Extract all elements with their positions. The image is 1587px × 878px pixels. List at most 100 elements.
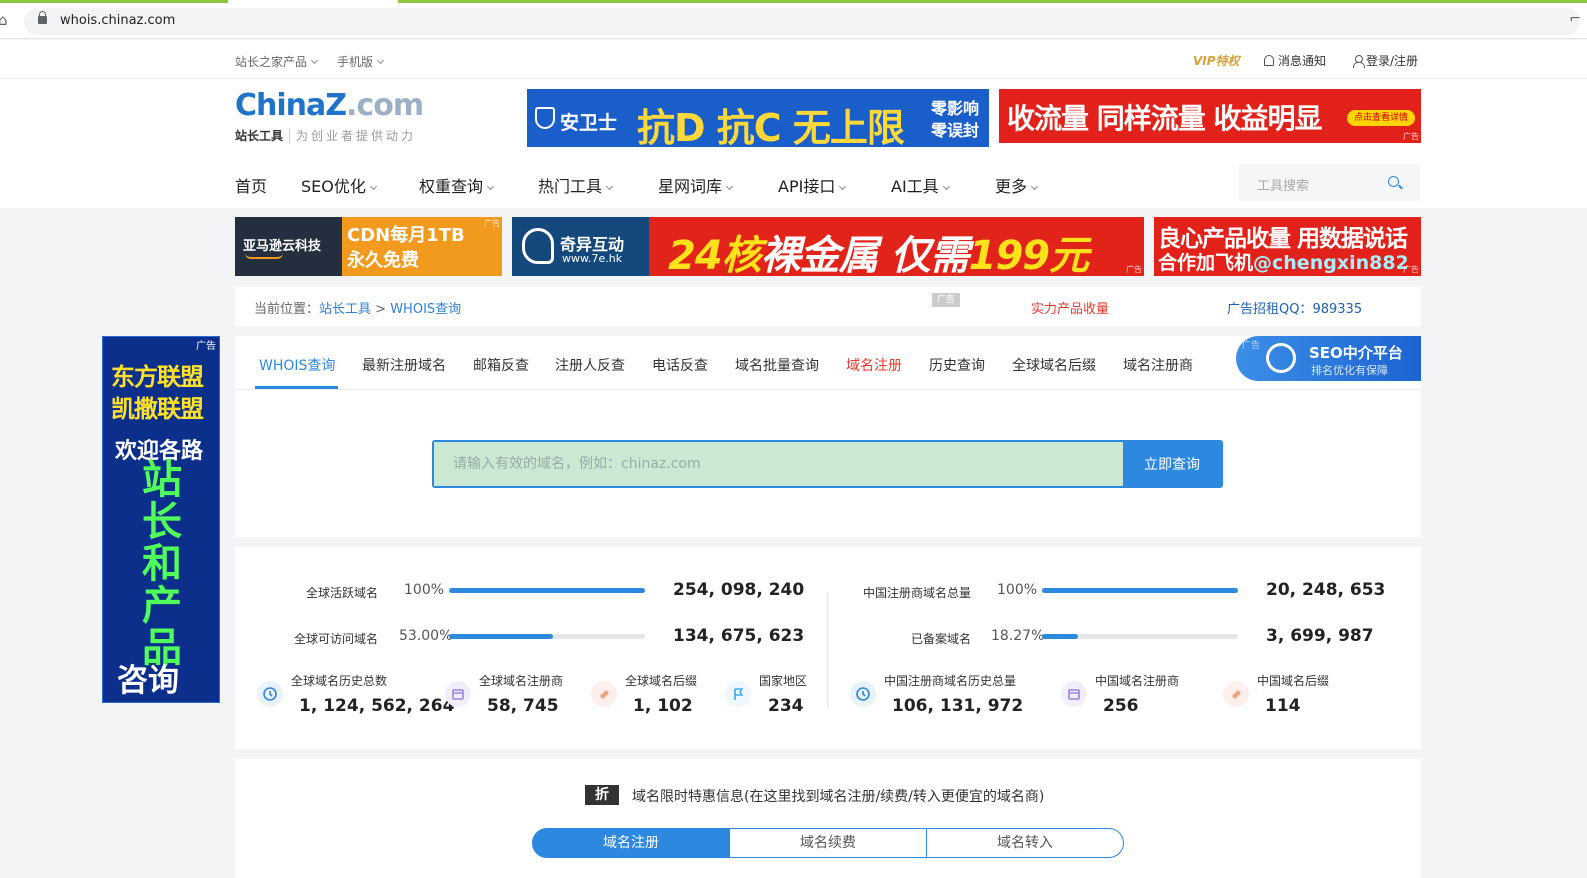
- tool-search-placeholder[interactable]: 工具搜索: [1257, 175, 1309, 194]
- vad-line2: 凯撒联盟: [111, 395, 204, 423]
- ad1-sub2: 零误封: [930, 121, 979, 140]
- products-menu[interactable]: 站长之家产品: [235, 53, 319, 70]
- breadcrumb-current-link[interactable]: WHOIS查询: [390, 302, 461, 317]
- logo-slogan: 为创业者提供动力: [289, 129, 417, 143]
- tab-new-domains[interactable]: 最新注册域名: [362, 355, 446, 375]
- mini-stat-number: 1, 102: [633, 696, 693, 716]
- stat-progress-fill: [449, 588, 645, 593]
- seo-platform-ad[interactable]: 广告 SEO中介平台 排名优化有保障: [1236, 336, 1421, 381]
- mini-stat-label: 国家地区: [759, 674, 808, 688]
- banner-ad-aws[interactable]: 亚马逊云科技 CDN每月1TB 永久免费 广告: [235, 217, 502, 276]
- mini-stat-label: 全球域名历史总数: [291, 674, 388, 688]
- tab-whois[interactable]: WHOIS查询: [259, 355, 335, 375]
- stat-progress-fill: [1042, 634, 1078, 639]
- b2-logo-block: 奇异互动 www.7e.hk: [512, 217, 649, 276]
- flag-icon: [725, 681, 751, 707]
- tab-batch-query[interactable]: 域名批量查询: [735, 355, 819, 375]
- tab-phone-reverse[interactable]: 电话反查: [652, 355, 708, 375]
- chevron-down-icon: [1030, 182, 1039, 191]
- tag-icon: [591, 681, 617, 707]
- mini-stat-number: 234: [768, 696, 804, 716]
- nav-weight[interactable]: 权重查询: [419, 173, 495, 197]
- chevron-down-icon: [725, 182, 734, 191]
- ad1-sub: 零影响 零误封: [931, 98, 979, 142]
- tab-edge-icon: ⌐: [1569, 11, 1581, 27]
- stat-number: 254, 098, 240: [673, 580, 805, 600]
- b2-h3: 仅需: [877, 233, 970, 279]
- breadcrumb: 当前位置：站长工具 > WHOIS查询 广告 实力产品收量 广告招租QQ：989…: [235, 287, 1421, 326]
- nav-keywords[interactable]: 星网词库: [658, 173, 734, 197]
- mini-stat-number: 58, 745: [487, 696, 559, 716]
- banner-ad-server[interactable]: 奇异互动 www.7e.hk 24核裸金属 仅需199元 广告: [512, 217, 1144, 279]
- search-icon[interactable]: [1388, 176, 1399, 187]
- left-vertical-ad[interactable]: 广告 东方联盟 凯撒联盟 欢迎各路 站长和产品 咨询: [102, 336, 220, 703]
- chinaz-logo[interactable]: ChinaZ.com: [235, 88, 424, 123]
- tab-global-suffix[interactable]: 全球域名后缀: [1012, 355, 1096, 375]
- breadcrumb-label: 当前位置：: [254, 302, 320, 317]
- vad-line1: 东方联盟: [111, 363, 204, 391]
- seo-ad-tag: 广告: [1242, 341, 1261, 351]
- url-text[interactable]: whois.chinaz.com: [60, 13, 175, 28]
- ad-tag: 广告: [1403, 265, 1419, 274]
- tab-email-reverse[interactable]: 邮箱反查: [473, 355, 529, 375]
- breadcrumb-home-link[interactable]: 站长工具: [319, 302, 371, 317]
- domain-discount-card: 折 域名限时特惠信息(在这里找到域名注册/续费/转入更便宜的域名商) 域名注册 …: [235, 759, 1421, 878]
- tab-registrant-reverse[interactable]: 注册人反查: [555, 355, 625, 375]
- nav-more[interactable]: 更多: [995, 173, 1039, 197]
- ad1-brand: 安卫士: [560, 112, 618, 134]
- vip-link[interactable]: VIP特权: [1193, 52, 1240, 69]
- chevron-down-icon: [376, 56, 385, 65]
- segment-transfer[interactable]: 域名转入: [926, 828, 1124, 858]
- stat-percent: 18.27%: [991, 628, 1045, 644]
- nav-ai[interactable]: AI工具: [891, 173, 950, 197]
- chevron-down-icon: [605, 182, 614, 191]
- tab-domain-register[interactable]: 域名注册: [846, 355, 902, 375]
- b2-h4: 199元: [968, 233, 1089, 279]
- tool-search-box[interactable]: 工具搜索: [1239, 164, 1420, 201]
- notification-link[interactable]: 消息通知: [1264, 52, 1326, 69]
- nav-api-label: API接口: [778, 177, 836, 196]
- domain-input[interactable]: [434, 442, 1123, 486]
- chevron-down-icon: [486, 182, 495, 191]
- breadcrumb-ad-link-blue[interactable]: 广告招租QQ：989335: [1227, 298, 1362, 317]
- tab-registrar[interactable]: 域名注册商: [1123, 355, 1193, 375]
- url-field[interactable]: [24, 8, 1580, 35]
- b1-brand: 亚马逊云科技: [243, 239, 322, 254]
- b3-line2b: @chengxin882: [1253, 252, 1409, 274]
- stat-progress-bar: [1042, 588, 1238, 593]
- stat-progress-fill: [449, 634, 553, 639]
- stat-number: 134, 675, 623: [673, 626, 805, 646]
- nav-seo[interactable]: SEO优化: [301, 173, 377, 197]
- login-label: 登录/注册: [1366, 54, 1419, 68]
- stat-percent: 100%: [404, 582, 445, 598]
- segment-register[interactable]: 域名注册: [532, 828, 730, 858]
- store-icon: [1061, 681, 1087, 707]
- segment-renew[interactable]: 域名续费: [729, 828, 927, 858]
- b3-line2: 合作加飞机@chengxin882: [1158, 248, 1409, 275]
- tag-icon: [1223, 681, 1249, 707]
- banner-ad-traffic2[interactable]: 良心产品收量 用数据说话 合作加飞机@chengxin882 广告: [1154, 217, 1421, 276]
- ad2-cta[interactable]: 点击查看详情: [1347, 110, 1415, 126]
- tab-history[interactable]: 历史查询: [929, 355, 985, 375]
- logo-tagline: 站长工具 为创业者提供动力: [235, 127, 417, 144]
- login-link[interactable]: 登录/注册: [1353, 52, 1418, 69]
- nav-home[interactable]: 首页: [235, 173, 267, 197]
- discount-badge: 折: [585, 785, 619, 805]
- mobile-menu[interactable]: 手机版: [337, 53, 385, 70]
- home-icon[interactable]: ⌂: [0, 13, 8, 28]
- nav-hot-tools[interactable]: 热门工具: [538, 173, 614, 197]
- nav-keywords-label: 星网词库: [658, 177, 723, 196]
- ad-tag: 广告: [1403, 132, 1419, 141]
- lock-icon[interactable]: [38, 11, 47, 24]
- header-ad-anti-ddos[interactable]: 安卫士 抗D 抗C 无上限 零影响 零误封: [527, 89, 989, 150]
- mini-stat-label: 全球域名注册商: [479, 674, 564, 688]
- breadcrumb-ad-link-red[interactable]: 实力产品收量: [1031, 298, 1109, 317]
- ad-tag: 广告: [196, 341, 216, 352]
- vad-line4: 咨询: [117, 663, 179, 699]
- header-ad-traffic[interactable]: 收流量 同样流量 收益明显 点击查看详情 广告: [999, 89, 1421, 143]
- mini-stat-number: 114: [1265, 696, 1301, 716]
- chevron-down-icon: [942, 182, 950, 191]
- b3-line2a: 合作加飞机: [1158, 252, 1254, 274]
- nav-api[interactable]: API接口: [778, 173, 847, 197]
- query-button[interactable]: 立即查询: [1123, 442, 1221, 486]
